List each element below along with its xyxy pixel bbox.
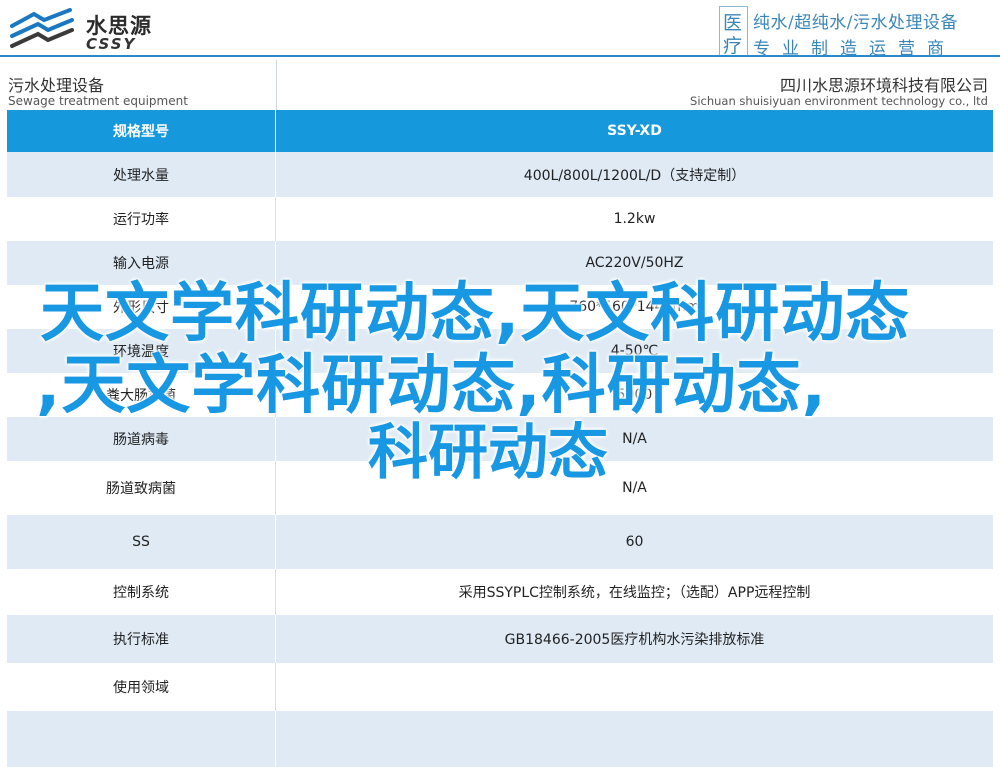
table-row: SS 60 xyxy=(7,515,993,569)
sub-header-divider xyxy=(276,60,277,110)
logo-text-en: CSSY xyxy=(86,35,137,53)
row-label: 处理水量 xyxy=(7,152,276,197)
table-row: 环境温度 4-50℃ xyxy=(7,329,993,373)
sub-header: 污水处理设备 Sewage treatment equipment 四川水思源环… xyxy=(0,60,1000,110)
row-label: 粪大肠杆菌 xyxy=(7,373,276,417)
row-value: 5000 xyxy=(616,387,653,403)
row-label: 肠道致病菌 xyxy=(7,461,276,515)
row-label: 外形尺寸 xyxy=(7,285,276,329)
row-label: 肠道病毒 xyxy=(7,417,276,461)
company-name-cn: 四川水思源环境科技有限公司 xyxy=(779,76,988,95)
category-title-cn: 污水处理设备 xyxy=(8,76,105,95)
company-logo[interactable]: 水思源 CSSY xyxy=(8,6,183,54)
row-value: GB18466-2005医疗机构水污染排放标准 xyxy=(504,632,765,648)
table-row: 输入电源 AC220V/50HZ xyxy=(7,241,993,285)
row-label: 输入电源 xyxy=(7,241,276,285)
table-row: 执行标准 GB18466-2005医疗机构水污染排放标准 xyxy=(7,615,993,663)
header-tagline: 医 疗 纯水/超纯水/污水处理设备 专业制造运营商 xyxy=(719,6,994,59)
row-value: 1.2kw xyxy=(613,211,656,227)
row-label: 控制系统 xyxy=(7,569,276,615)
table-row: 肠道病毒 N/A xyxy=(7,417,993,461)
table-row: 控制系统 采用SSYPLC控制系统，在线监控；（选配）APP远程控制 xyxy=(7,569,993,615)
table-row xyxy=(7,711,993,767)
logo-mark-icon xyxy=(10,8,74,48)
row-value xyxy=(276,663,993,711)
row-value: 4-50℃ xyxy=(610,343,659,359)
row-value: N/A xyxy=(622,480,647,496)
category-title-en: Sewage treatment equipment xyxy=(8,94,188,108)
table-row: 粪大肠杆菌 5000 xyxy=(7,373,993,417)
table-header-value: SSY-XD xyxy=(607,123,662,139)
row-label: SS xyxy=(7,515,276,569)
medical-badge: 医 疗 xyxy=(719,6,748,57)
row-value: N/A xyxy=(622,431,647,447)
table-row: 外形尺寸 760*560*1440mm xyxy=(7,285,993,329)
table-header-label: 规格型号 xyxy=(7,110,276,152)
header-divider xyxy=(0,55,1000,57)
row-value: 400L/800L/1200L/D（支持定制） xyxy=(523,167,746,184)
company-name-en: Sichuan shuisiyuan environment technolog… xyxy=(690,94,988,108)
row-value: AC220V/50HZ xyxy=(585,255,684,271)
row-label xyxy=(7,711,276,767)
table-header-row: 规格型号 SSY-XD xyxy=(7,110,993,152)
badge-char-2: 疗 xyxy=(723,35,743,57)
table-row: 处理水量 400L/800L/1200L/D（支持定制） xyxy=(7,152,993,197)
tagline-products: 纯水/超纯水/污水处理设备 xyxy=(753,13,958,33)
row-label: 环境温度 xyxy=(7,329,276,373)
row-label: 执行标准 xyxy=(7,615,276,663)
row-value-multiline xyxy=(276,711,993,767)
table-row: 使用领域 xyxy=(7,663,993,711)
page-header: 水思源 CSSY 医 疗 纯水/超纯水/污水处理设备 专业制造运营商 xyxy=(0,0,1000,59)
table-row: 运行功率 1.2kw xyxy=(7,197,993,241)
row-value: 60 xyxy=(625,534,644,550)
row-label: 运行功率 xyxy=(7,197,276,241)
table-row: 肠道致病菌 N/A xyxy=(7,461,993,515)
row-label: 使用领域 xyxy=(7,663,276,711)
row-value: 采用SSYPLC控制系统，在线监控；（选配）APP远程控制 xyxy=(458,585,811,601)
row-value: 760*560*1440mm xyxy=(569,299,700,315)
